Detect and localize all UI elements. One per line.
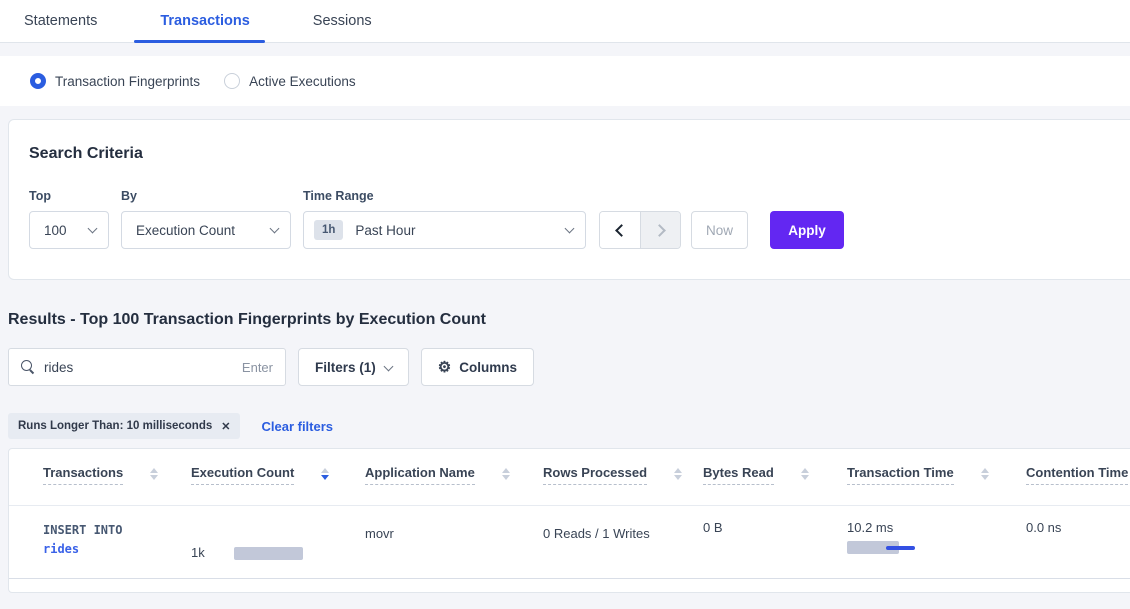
clear-filters-link[interactable]: Clear filters (261, 419, 333, 434)
remove-filter-icon[interactable]: ✕ (221, 420, 230, 433)
radio-unselected-icon[interactable] (224, 73, 240, 89)
by-select-value: Execution Count (136, 223, 271, 238)
search-input[interactable] (44, 360, 242, 375)
chevron-left-icon (615, 224, 628, 237)
column-header-contention-time[interactable]: Contention Time (1026, 465, 1130, 505)
contention-time-cell: 0.0 ns (1026, 520, 1130, 578)
top-select-value: 100 (44, 223, 89, 238)
active-filters-row: Runs Longer Than: 10 milliseconds ✕ Clea… (8, 413, 1130, 439)
column-header-rows-processed[interactable]: Rows Processed (543, 465, 703, 505)
search-enter-hint: Enter (242, 360, 273, 375)
time-range-next-button[interactable] (640, 212, 680, 248)
by-select[interactable]: Execution Count (121, 211, 291, 249)
chevron-down-icon (270, 223, 280, 233)
chevron-right-icon (653, 224, 666, 237)
application-name-cell: movr (365, 526, 543, 578)
chevron-down-icon (565, 223, 575, 233)
results-toolbar: Enter Filters (1) ⚙ Columns (8, 348, 1130, 386)
tab-sessions[interactable]: Sessions (313, 0, 372, 42)
now-button[interactable]: Now (691, 211, 748, 249)
column-header-label[interactable]: Transaction Time (847, 465, 954, 485)
sort-icon[interactable] (801, 468, 809, 480)
bytes-read-cell: 0 B (703, 520, 847, 578)
transaction-time-bar (847, 541, 927, 554)
column-header-label[interactable]: Bytes Read (703, 465, 774, 485)
transaction-time-cell: 10.2 ms (847, 520, 1026, 578)
execution-count-bar (234, 547, 303, 560)
column-header-label[interactable]: Rows Processed (543, 465, 647, 485)
search-icon (21, 360, 35, 374)
column-header-application-name[interactable]: Application Name (365, 465, 543, 505)
column-header-transactions[interactable]: Transactions (43, 465, 191, 505)
time-range-select[interactable]: 1h Past Hour (303, 211, 586, 249)
radio-label: Transaction Fingerprints (55, 74, 200, 89)
column-header-label[interactable]: Application Name (365, 465, 475, 485)
top-select[interactable]: 100 (29, 211, 109, 249)
filters-button-label: Filters (1) (315, 360, 376, 375)
column-header-label[interactable]: Execution Count (191, 465, 294, 485)
columns-button[interactable]: ⚙ Columns (421, 348, 534, 386)
gear-icon: ⚙ (438, 360, 451, 375)
sort-icon[interactable] (981, 468, 989, 480)
time-range-label: Time Range (303, 189, 586, 203)
column-header-bytes-read[interactable]: Bytes Read (703, 465, 847, 505)
sort-icon[interactable] (674, 468, 682, 480)
results-heading: Results - Top 100 Transaction Fingerprin… (8, 311, 1130, 329)
tab-transactions[interactable]: Transactions (160, 0, 249, 42)
column-header-execution-count[interactable]: Execution Count (191, 465, 365, 505)
execution-count-cell: 1k (191, 526, 365, 578)
column-header-label[interactable]: Transactions (43, 465, 123, 485)
results-table: Transactions Execution Count Application… (8, 448, 1130, 593)
top-label: Top (29, 189, 109, 203)
sort-icon[interactable] (150, 468, 158, 480)
radio-transaction-fingerprints[interactable]: Transaction Fingerprints (30, 73, 200, 89)
transaction-table-link[interactable]: rides (43, 540, 191, 559)
by-label: By (121, 189, 291, 203)
radio-label: Active Executions (249, 74, 356, 89)
chevron-down-icon (88, 223, 98, 233)
radio-active-executions[interactable]: Active Executions (224, 73, 356, 89)
radio-selected-icon[interactable] (30, 73, 46, 89)
filter-chip: Runs Longer Than: 10 milliseconds ✕ (8, 413, 240, 439)
results-search-box[interactable]: Enter (8, 348, 286, 386)
search-criteria-panel: Search Criteria Top 100 By Execution Cou… (8, 119, 1130, 280)
table-header-row: Transactions Execution Count Application… (9, 449, 1130, 506)
column-header-transaction-time[interactable]: Transaction Time (847, 465, 1026, 505)
chevron-down-icon (383, 361, 393, 371)
column-header-label[interactable]: Contention Time (1026, 465, 1128, 485)
transaction-fingerprint-cell: INSERT INTO rides (43, 521, 191, 578)
table-row[interactable]: INSERT INTO rides 1k movr 0 Reads / 1 Wr… (9, 506, 1130, 579)
tab-statements[interactable]: Statements (24, 0, 97, 42)
columns-button-label: Columns (459, 360, 517, 375)
execution-count-value: 1k (191, 545, 205, 560)
sort-desc-active-icon[interactable] (321, 468, 329, 480)
time-range-value: Past Hour (355, 223, 566, 238)
top-tab-bar: Statements Transactions Sessions (0, 0, 1130, 43)
filters-button[interactable]: Filters (1) (298, 348, 409, 386)
sort-icon[interactable] (502, 468, 510, 480)
time-range-previous-button[interactable] (600, 212, 640, 248)
transaction-time-bar-blue-line (886, 546, 915, 550)
time-range-pager (599, 211, 681, 249)
transaction-time-value: 10.2 ms (847, 520, 1026, 535)
transaction-statement: INSERT INTO (43, 521, 191, 540)
apply-button[interactable]: Apply (770, 211, 844, 249)
search-criteria-title: Search Criteria (29, 145, 1130, 163)
filter-chip-label: Runs Longer Than: 10 milliseconds (18, 420, 212, 432)
time-range-badge: 1h (314, 220, 343, 240)
rows-processed-cell: 0 Reads / 1 Writes (543, 526, 703, 578)
view-mode-band: Transaction Fingerprints Active Executio… (0, 56, 1130, 106)
